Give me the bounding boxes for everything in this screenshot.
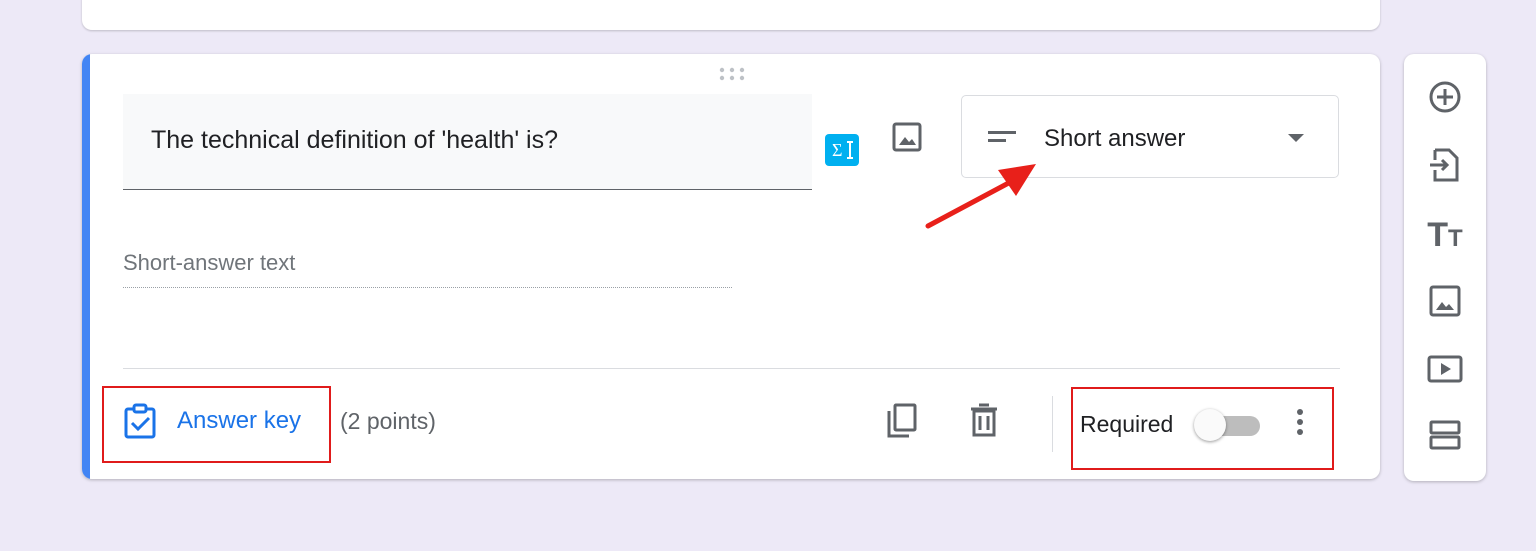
add-image-icon[interactable]: [1426, 282, 1464, 320]
points-value: (2 points): [340, 408, 436, 434]
footer-divider: [123, 368, 1340, 369]
annotation-arrow: [925, 164, 1036, 229]
dropdown-arrow-icon: [1288, 134, 1304, 142]
answer-key-highlight-box: [102, 386, 331, 463]
question-title: The technical definition of 'health' is?: [151, 126, 559, 154]
previous-question-card: [82, 0, 1380, 30]
copy-icon[interactable]: [882, 400, 922, 440]
equation-icon[interactable]: Σ: [825, 134, 859, 166]
import-questions-icon[interactable]: [1426, 146, 1464, 184]
add-title-icon[interactable]: TT: [1426, 216, 1464, 254]
drag-dots-icon[interactable]: [718, 66, 746, 82]
trash-icon[interactable]: [964, 400, 1004, 440]
question-type-label: Short answer: [1044, 125, 1186, 152]
footer-vertical-divider: [1052, 396, 1053, 452]
required-highlight-box: [1071, 387, 1334, 470]
add-section-icon[interactable]: [1426, 416, 1464, 454]
short-answer-underline: [123, 287, 732, 288]
add-question-icon[interactable]: [1426, 78, 1464, 116]
active-card-accent: [82, 54, 90, 479]
add-video-icon[interactable]: [1426, 350, 1464, 388]
svg-text:Σ: Σ: [832, 140, 842, 160]
question-title-field[interactable]: The technical definition of 'health' is?: [123, 94, 812, 190]
image-icon[interactable]: [890, 120, 924, 154]
short-text-icon: [988, 131, 1016, 142]
short-answer-placeholder: Short-answer text: [123, 250, 296, 275]
side-toolbar: TT: [1404, 54, 1486, 481]
